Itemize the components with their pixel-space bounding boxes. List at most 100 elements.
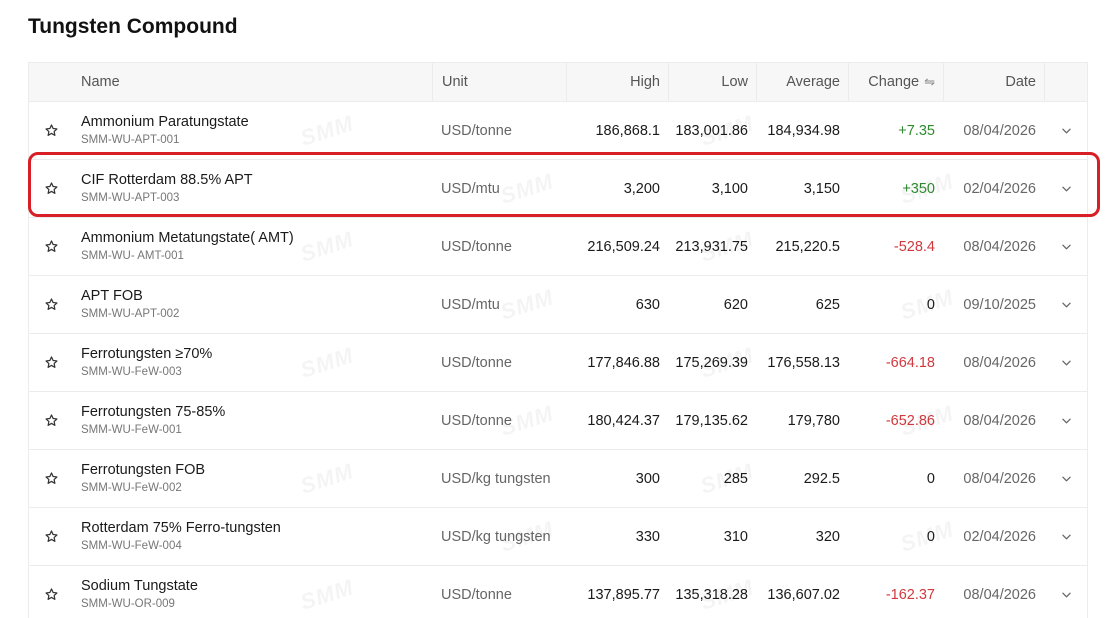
- table-row[interactable]: CIF Rotterdam 88.5% APT SMM-WU-APT-003 USD…: [29, 160, 1087, 218]
- unit-cell: USD/tonne: [441, 122, 512, 139]
- name-cell[interactable]: Ammonium Metatungstate( AMT) SMM-WU- AMT-…: [73, 229, 432, 264]
- product-code: SMM-WU-FeW-001: [81, 424, 182, 436]
- header-date-label: Date: [1005, 74, 1036, 90]
- unit-cell: USD/tonne: [441, 354, 512, 371]
- change-cell: +350: [902, 180, 935, 197]
- name-cell[interactable]: APT FOB SMM-WU-APT-002: [73, 287, 432, 322]
- low-cell: 135,318.28: [675, 586, 748, 603]
- table-row[interactable]: Ammonium Paratungstate SMM-WU-APT-001 USD/…: [29, 102, 1087, 160]
- product-code: SMM-WU-FeW-003: [81, 366, 182, 378]
- low-cell: 175,269.39: [675, 354, 748, 371]
- star-icon[interactable]: [44, 587, 59, 602]
- name-cell[interactable]: Ammonium Paratungstate SMM-WU-APT-001: [73, 113, 432, 148]
- header-high[interactable]: High: [566, 63, 668, 101]
- table-row[interactable]: APT FOB SMM-WU-APT-002 USD/mtu 630 620 625 0 09…: [29, 276, 1087, 334]
- header-change-label: Change: [868, 74, 920, 90]
- name-cell[interactable]: Sodium Tungstate SMM-WU-OR-009: [73, 577, 432, 612]
- header-date[interactable]: Date: [943, 63, 1044, 101]
- chevron-down-icon[interactable]: [1061, 244, 1071, 250]
- low-cell: 183,001.86: [675, 122, 748, 139]
- chevron-down-icon[interactable]: [1061, 592, 1071, 598]
- name-cell[interactable]: CIF Rotterdam 88.5% APT SMM-WU-APT-003: [73, 171, 432, 206]
- unit-cell: USD/mtu: [441, 296, 500, 313]
- product-name[interactable]: Ferrotungsten 75-85%: [81, 403, 432, 421]
- name-cell[interactable]: Ferrotungsten 75-85% SMM-WU-FeW-001: [73, 403, 432, 438]
- product-name[interactable]: Ferrotungsten FOB: [81, 461, 432, 479]
- product-name[interactable]: Rotterdam 75% Ferro-tungsten: [81, 519, 432, 537]
- unit-cell: USD/tonne: [441, 412, 512, 429]
- chevron-down-icon[interactable]: [1061, 418, 1071, 424]
- star-icon[interactable]: [44, 297, 59, 312]
- product-name[interactable]: CIF Rotterdam 88.5% APT: [81, 171, 432, 189]
- product-name[interactable]: APT FOB: [81, 287, 432, 305]
- chevron-down-icon[interactable]: [1061, 360, 1071, 366]
- header-unit[interactable]: Unit: [432, 63, 566, 101]
- product-name[interactable]: Ammonium Metatungstate( AMT): [81, 229, 432, 247]
- table-row[interactable]: Ferrotungsten 75-85% SMM-WU-FeW-001 USD/to…: [29, 392, 1087, 450]
- star-icon[interactable]: [44, 181, 59, 196]
- header-average-label: Average: [786, 74, 840, 90]
- average-cell: 184,934.98: [767, 122, 840, 139]
- header-low-label: Low: [721, 74, 748, 90]
- chevron-down-icon[interactable]: [1061, 186, 1071, 192]
- average-cell: 320: [815, 528, 840, 545]
- star-icon[interactable]: [44, 529, 59, 544]
- product-code: SMM-WU-OR-009: [81, 598, 175, 610]
- high-cell: 177,846.88: [587, 354, 660, 371]
- date-cell: 08/04/2026: [963, 412, 1036, 429]
- header-average[interactable]: Average: [756, 63, 848, 101]
- low-cell: 179,135.62: [675, 412, 748, 429]
- average-cell: 179,780: [787, 412, 840, 429]
- unit-cell: USD/mtu: [441, 180, 500, 197]
- unit-cell: USD/kg tungsten: [441, 470, 551, 487]
- header-change[interactable]: Change ⇋: [848, 63, 943, 101]
- star-icon[interactable]: [44, 471, 59, 486]
- name-cell[interactable]: Ferrotungsten ≥70% SMM-WU-FeW-003: [73, 345, 432, 380]
- product-name[interactable]: Sodium Tungstate: [81, 577, 432, 595]
- product-code: SMM-WU-APT-003: [81, 192, 180, 204]
- chevron-down-icon[interactable]: [1061, 534, 1071, 540]
- header-low[interactable]: Low: [668, 63, 756, 101]
- average-cell: 625: [815, 296, 840, 313]
- unit-cell: USD/tonne: [441, 586, 512, 603]
- change-cell: 0: [926, 296, 935, 313]
- date-cell: 08/04/2026: [963, 122, 1036, 139]
- low-cell: 213,931.75: [675, 238, 748, 255]
- table-header: Name Unit High Low Average Change ⇋ Date: [29, 63, 1087, 102]
- name-cell[interactable]: Rotterdam 75% Ferro-tungsten SMM-WU-FeW-0…: [73, 519, 432, 554]
- header-name[interactable]: Name: [73, 74, 432, 90]
- star-icon[interactable]: [44, 239, 59, 254]
- header-high-label: High: [630, 74, 660, 90]
- product-name[interactable]: Ammonium Paratungstate: [81, 113, 432, 131]
- high-cell: 330: [635, 528, 660, 545]
- change-cell: -528.4: [893, 238, 935, 255]
- low-cell: 3,100: [711, 180, 748, 197]
- chevron-down-icon[interactable]: [1061, 476, 1071, 482]
- high-cell: 180,424.37: [587, 412, 660, 429]
- table-row[interactable]: Ferrotungsten FOB SMM-WU-FeW-002 USD/kg tu…: [29, 450, 1087, 508]
- chevron-down-icon[interactable]: [1061, 302, 1071, 308]
- table-row[interactable]: Ferrotungsten ≥70% SMM-WU-FeW-003 USD/tonn…: [29, 334, 1087, 392]
- table-body: Ammonium Paratungstate SMM-WU-APT-001 USD/…: [29, 102, 1087, 618]
- star-icon[interactable]: [44, 123, 59, 138]
- star-icon[interactable]: [44, 413, 59, 428]
- unit-cell: USD/tonne: [441, 238, 512, 255]
- change-cell: -664.18: [885, 354, 935, 371]
- high-cell: 630: [635, 296, 660, 313]
- table-row[interactable]: Rotterdam 75% Ferro-tungsten SMM-WU-FeW-0…: [29, 508, 1087, 566]
- low-cell: 285: [723, 470, 748, 487]
- name-cell[interactable]: Ferrotungsten FOB SMM-WU-FeW-002: [73, 461, 432, 496]
- product-code: SMM-WU-FeW-002: [81, 482, 182, 494]
- chevron-down-icon[interactable]: [1061, 128, 1071, 134]
- table-row[interactable]: Ammonium Metatungstate( AMT) SMM-WU- AMT-…: [29, 218, 1087, 276]
- product-code: SMM-WU- AMT-001: [81, 250, 184, 262]
- product-name[interactable]: Ferrotungsten ≥70%: [81, 345, 432, 363]
- table-row[interactable]: Sodium Tungstate SMM-WU-OR-009 USD/tonne 13…: [29, 566, 1087, 618]
- date-cell: 08/04/2026: [963, 238, 1036, 255]
- date-cell: 08/04/2026: [963, 586, 1036, 603]
- average-cell: 3,150: [803, 180, 840, 197]
- swap-arrows-icon[interactable]: ⇋: [924, 74, 935, 90]
- date-cell: 08/04/2026: [963, 470, 1036, 487]
- star-icon[interactable]: [44, 355, 59, 370]
- high-cell: 137,895.77: [587, 586, 660, 603]
